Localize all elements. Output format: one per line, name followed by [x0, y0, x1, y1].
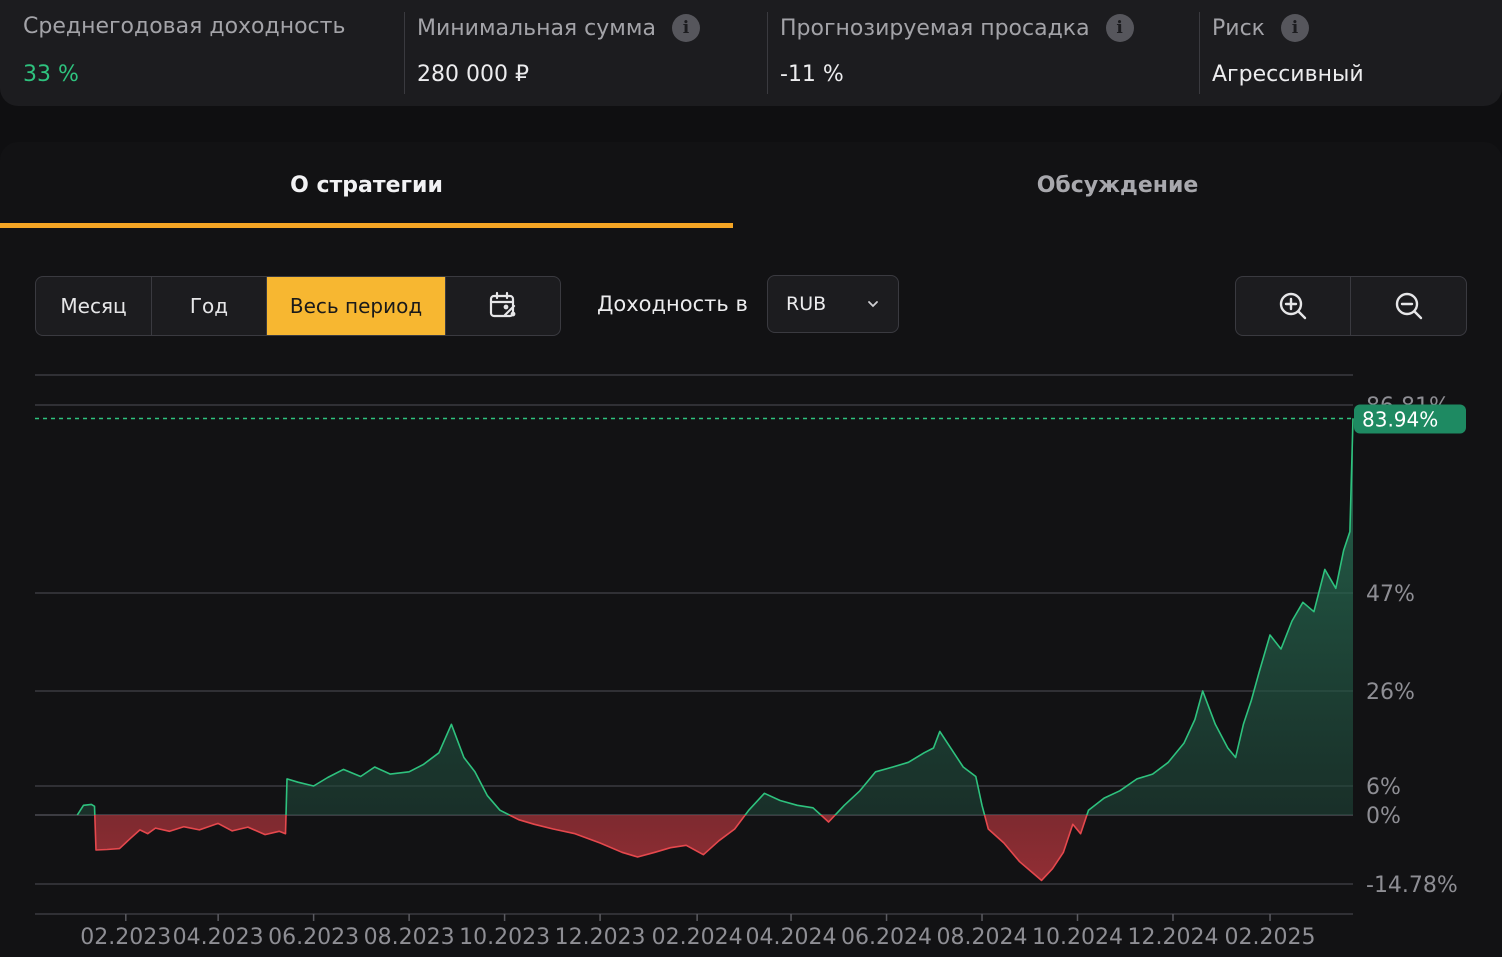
yield-chart[interactable]: 86.81%47%26%6%0%-14.78%83.94%02.202304.2… — [0, 0, 1502, 957]
x-tick-label: 02.2024 — [652, 925, 743, 950]
x-tick-label: 10.2024 — [1032, 925, 1123, 950]
x-tick-label: 06.2023 — [268, 925, 359, 950]
y-tick-label: 0% — [1366, 804, 1401, 829]
x-tick-label: 04.2023 — [173, 925, 264, 950]
y-tick-label: -14.78% — [1366, 873, 1458, 898]
x-tick-label: 12.2024 — [1127, 925, 1218, 950]
positive-area — [77, 418, 1353, 815]
y-tick-label: 26% — [1366, 680, 1415, 705]
x-tick-label: 06.2024 — [841, 925, 932, 950]
y-tick-label: 47% — [1366, 582, 1415, 607]
x-tick-label: 02.2023 — [80, 925, 171, 950]
x-tick-label: 08.2024 — [937, 925, 1028, 950]
current-value-label: 83.94% — [1362, 408, 1438, 432]
x-tick-label: 08.2023 — [364, 925, 455, 950]
x-tick-label: 04.2024 — [746, 925, 837, 950]
y-tick-label: 6% — [1366, 775, 1401, 800]
x-tick-label: 02.2025 — [1225, 925, 1316, 950]
x-tick-label: 10.2023 — [459, 925, 550, 950]
x-tick-label: 12.2023 — [555, 925, 646, 950]
